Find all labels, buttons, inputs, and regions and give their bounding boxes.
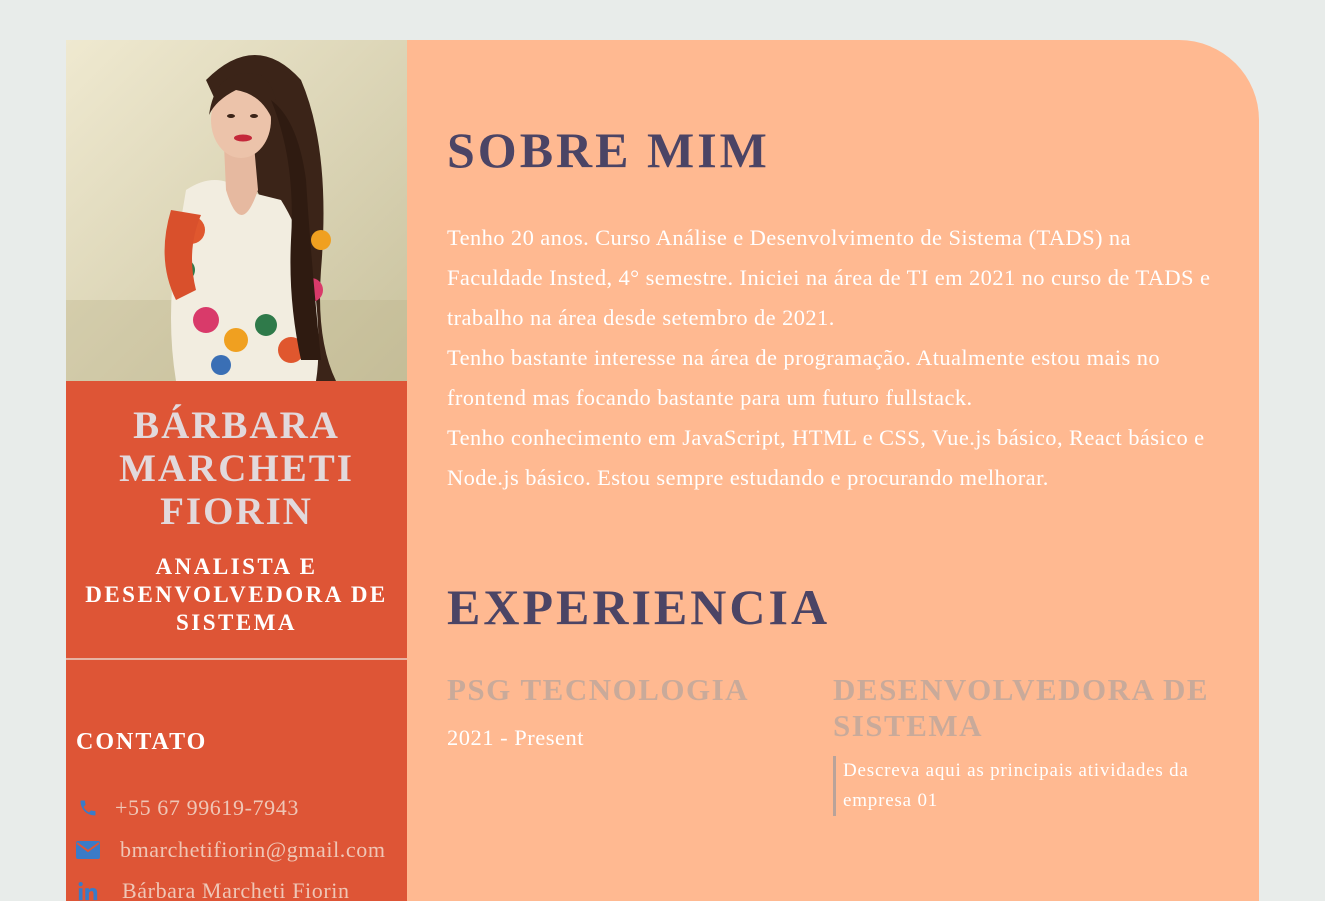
about-text: Tenho 20 anos. Curso Análise e Desenvolv… — [447, 218, 1227, 498]
about-paragraph-3: Tenho conhecimento em JavaScript, HTML e… — [447, 425, 1205, 490]
about-paragraph-2: Tenho bastante interesse na área de prog… — [447, 345, 1160, 410]
phone-icon — [76, 796, 100, 820]
profile-name: BÁRBARA MARCHETI FIORIN — [119, 404, 354, 533]
about-heading: SOBRE MIM — [447, 122, 770, 178]
sidebar-divider — [66, 658, 407, 660]
phone-text: +55 67 99619-7943 — [115, 795, 299, 820]
profile-photo — [66, 40, 407, 381]
contact-heading: CONTATO — [76, 729, 208, 755]
email-text: bmarchetifiorin@gmail.com — [120, 837, 386, 862]
main-panel: SOBRE MIM Tenho 20 anos. Curso Análise e… — [407, 40, 1259, 901]
linkedin-icon — [76, 879, 100, 901]
profile-role: ANALISTA E DESENVOLVEDORA DE SISTEMA — [85, 554, 388, 635]
contact-email[interactable]: bmarchetifiorin@gmail.com — [76, 835, 386, 865]
about-paragraph-1: Tenho 20 anos. Curso Análise e Desenvolv… — [447, 225, 1211, 330]
experience-company: PSG TECNOLOGIA — [447, 672, 750, 707]
contact-linkedin[interactable]: Bárbara Marcheti Fiorin — [76, 876, 350, 901]
experience-job-title: DESENVOLVEDORA DE SISTEMA — [833, 672, 1210, 743]
sidebar: BÁRBARA MARCHETI FIORIN ANALISTA E DESEN… — [66, 40, 407, 901]
envelope-icon — [76, 838, 100, 862]
experience-heading: EXPERIENCIA — [447, 579, 831, 635]
linkedin-text: Bárbara Marcheti Fiorin — [122, 878, 350, 901]
experience-description: Descreva aqui as principais atividades d… — [833, 756, 1223, 816]
experience-period: 2021 - Present — [447, 725, 584, 750]
contact-phone[interactable]: +55 67 99619-7943 — [76, 793, 299, 823]
